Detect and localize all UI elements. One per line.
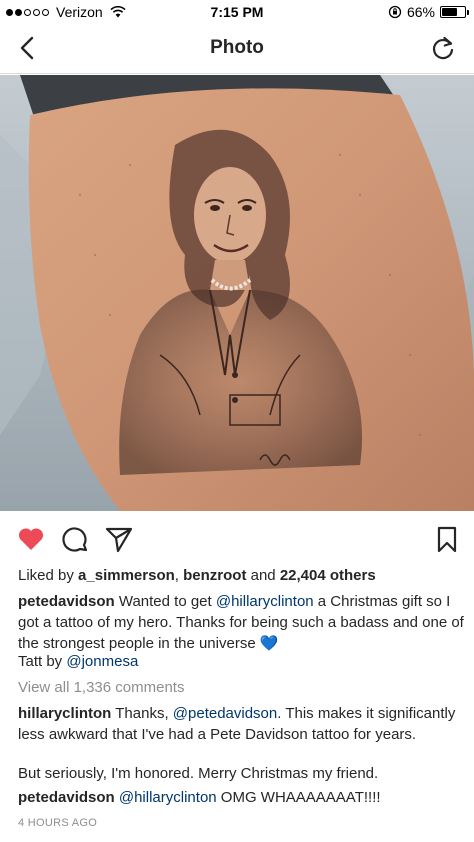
status-right: 66% [388, 4, 469, 20]
caption-credit-prefix: Tatt by [18, 653, 67, 670]
battery-percent: 66% [406, 4, 435, 20]
page-title: Photo [210, 37, 264, 58]
comment: hillaryclinton Thanks, @petedavidson. Th… [18, 703, 464, 745]
caption-mention[interactable]: @hillaryclinton [216, 593, 314, 610]
post-photo[interactable] [0, 75, 474, 511]
refresh-icon[interactable] [430, 35, 456, 61]
caption-credit: Tatt by @jonmesa [18, 651, 464, 672]
heart-icon[interactable] [16, 524, 46, 554]
comment-icon[interactable] [60, 524, 90, 554]
post-actions [0, 520, 474, 556]
likes-prefix: Liked by [18, 567, 79, 584]
comment: petedavidson @hillaryclinton OMG WHAAAAA… [18, 787, 464, 808]
comment-text: OMG WHAAAAAAAT!!!! [216, 789, 381, 806]
orientation-lock-icon [388, 5, 402, 19]
caption-text: Wanted to get [114, 593, 216, 610]
post-caption: petedavidson Wanted to get @hillaryclint… [18, 591, 464, 654]
likes-count-link[interactable]: 22,404 others [280, 567, 376, 584]
comment-continuation: But seriously, I'm honored. Merry Christ… [18, 765, 379, 782]
post-timestamp: 4 HOURS AGO [18, 817, 98, 829]
comment-text: Thanks, [111, 705, 173, 722]
view-all-comments-link[interactable]: View all 1,336 comments [18, 677, 464, 698]
comment-mention[interactable]: @petedavidson [173, 705, 277, 722]
tattoo-photo-image [0, 75, 474, 511]
bookmark-icon[interactable] [432, 524, 462, 554]
liker-link[interactable]: benzroot [183, 567, 246, 584]
comment-author[interactable]: petedavidson [18, 789, 115, 806]
caption-author[interactable]: petedavidson [18, 593, 115, 610]
status-bar: Verizon 7:15 PM 66% [0, 0, 474, 24]
likes-and: and [246, 567, 280, 584]
battery-level [442, 8, 457, 16]
battery-icon [440, 6, 469, 18]
blue-heart-emoji: 💙 [259, 634, 279, 652]
comment-author[interactable]: hillaryclinton [18, 705, 111, 722]
likes-separator: , [174, 567, 184, 584]
likes-line: Liked by a_simmerson, benzroot and 22,40… [18, 565, 464, 586]
send-icon[interactable] [104, 524, 134, 554]
caption-mention[interactable]: @jonmesa [66, 653, 138, 670]
comment-mention[interactable]: @hillaryclinton [119, 789, 217, 806]
nav-bar: Photo [0, 24, 474, 74]
liker-link[interactable]: a_simmerson [78, 567, 175, 584]
